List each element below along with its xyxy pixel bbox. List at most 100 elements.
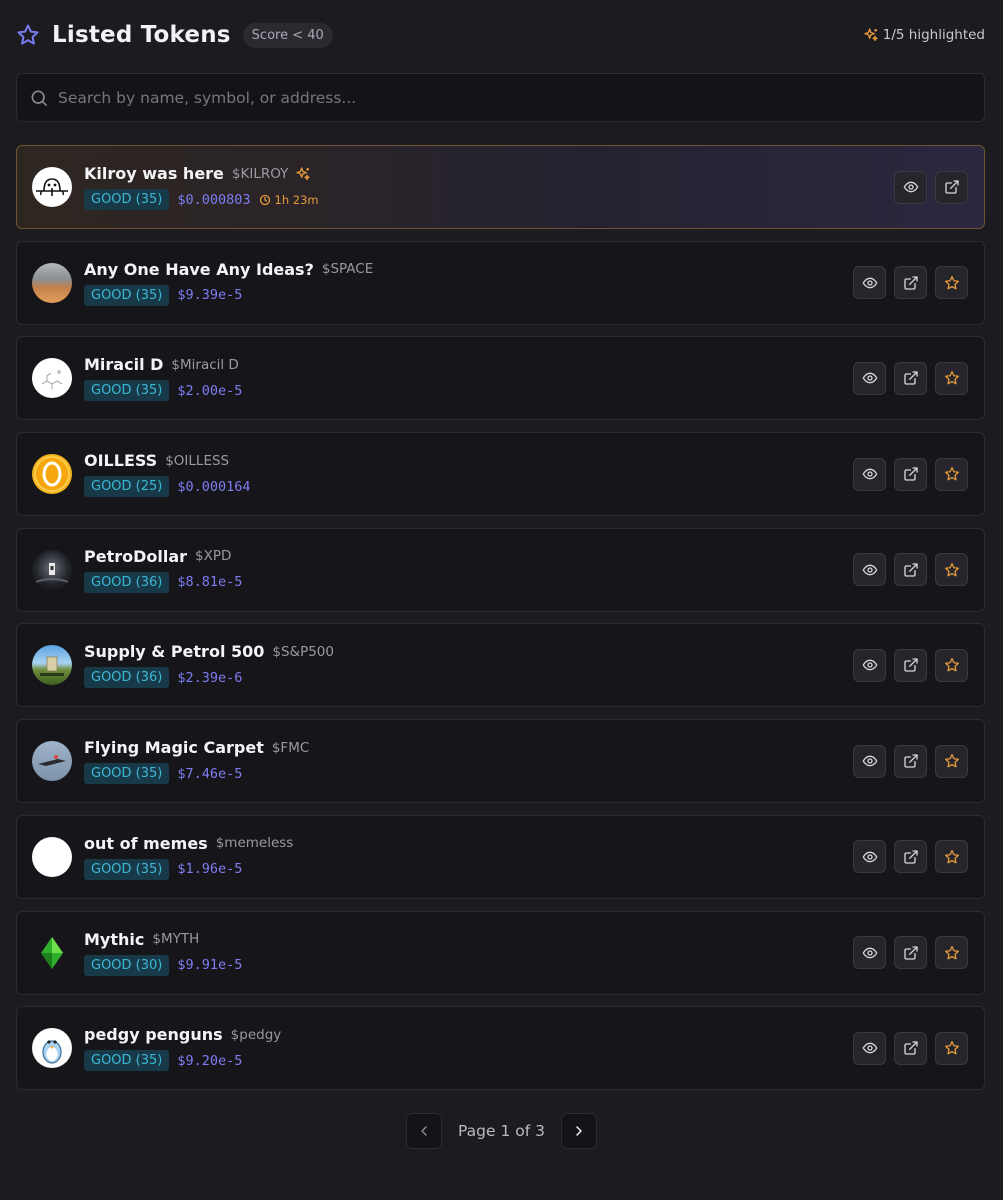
row-actions <box>853 744 968 778</box>
eye-icon <box>862 468 877 480</box>
view-button[interactable] <box>853 744 886 778</box>
external-link-button[interactable] <box>894 457 927 491</box>
token-row[interactable]: Miracil D $Miracil D GOOD (35) $2.00e-5 <box>16 336 985 421</box>
favorite-button[interactable] <box>935 266 968 300</box>
favorite-button[interactable] <box>935 744 968 778</box>
external-link-button[interactable] <box>894 744 927 778</box>
row-actions <box>853 936 968 969</box>
token-info: pedgy penguns $pedgy GOOD (35) $9.20e-5 <box>84 1025 853 1072</box>
view-button[interactable] <box>853 840 886 874</box>
prev-page-button[interactable] <box>406 1113 443 1149</box>
star-icon <box>944 849 959 864</box>
token-info: Flying Magic Carpet $FMC GOOD (35) $7.46… <box>84 738 853 785</box>
external-link-button[interactable] <box>935 170 968 204</box>
pedgy-avatar <box>32 1028 72 1069</box>
score-badge: GOOD (25) <box>84 476 170 498</box>
star-icon <box>944 1041 959 1055</box>
token-symbol: $SPACE <box>321 261 374 278</box>
external-link-button[interactable] <box>894 648 927 682</box>
space-avatar <box>32 262 72 303</box>
token-row[interactable]: OILLESS $OILLESS GOOD (25) $0.000164 <box>16 432 985 517</box>
token-symbol: $S&P500 <box>272 643 334 660</box>
row-actions <box>853 361 968 395</box>
token-name: Any One Have Any Ideas? <box>84 259 314 279</box>
view-button[interactable] <box>853 266 886 300</box>
view-button[interactable] <box>853 361 886 395</box>
token-row[interactable]: Supply & Petrol 500 $S&P500 GOOD (36) $2… <box>16 623 985 708</box>
token-row[interactable]: Flying Magic Carpet $FMC GOOD (35) $7.46… <box>16 719 985 804</box>
eye-icon <box>862 947 877 958</box>
token-row[interactable]: out of memes $memeless GOOD (35) $1.96e-… <box>16 814 985 899</box>
next-page-button[interactable] <box>560 1113 597 1149</box>
view-button[interactable] <box>853 457 886 491</box>
external-link-icon <box>903 658 918 673</box>
favorite-button[interactable] <box>935 840 968 874</box>
miracil-avatar <box>32 358 72 399</box>
external-link-icon <box>903 371 918 386</box>
kilroy-avatar <box>32 167 72 207</box>
star-icon <box>944 754 959 768</box>
token-symbol: $Miracil D <box>171 356 239 373</box>
score-badge: GOOD (30) <box>84 954 170 976</box>
token-info: PetroDollar $XPD GOOD (36) $8.81e-5 <box>84 547 853 593</box>
token-row[interactable]: pedgy penguns $pedgy GOOD (35) $9.20e-5 <box>16 1006 985 1091</box>
score-badge: GOOD (35) <box>84 380 170 402</box>
token-price: $7.46e-5 <box>177 765 243 782</box>
token-row[interactable]: PetroDollar $XPD GOOD (36) $8.81e-5 <box>16 527 985 612</box>
score-badge: GOOD (35) <box>84 763 170 785</box>
favorite-button[interactable] <box>935 1031 968 1065</box>
oilless-avatar <box>32 454 72 495</box>
eye-icon <box>862 851 877 863</box>
eye-icon <box>862 1042 877 1054</box>
token-row[interactable]: Mythic $MYTH GOOD (30) $9.91e-5 <box>16 910 985 995</box>
search-icon <box>29 88 49 108</box>
header: Listed Tokens Score < 40 1/5 highlighted <box>16 18 985 52</box>
token-row[interactable]: Kilroy was here $KILROY GOOD (35) $0.000… <box>16 145 985 229</box>
sparkle-icon <box>295 166 311 182</box>
score-badge: GOOD (35) <box>84 284 170 306</box>
eye-icon <box>862 660 877 671</box>
view-button[interactable] <box>853 936 886 969</box>
token-price: $9.91e-5 <box>177 957 243 973</box>
external-link-button[interactable] <box>894 266 927 300</box>
token-info: OILLESS $OILLESS GOOD (25) $0.000164 <box>84 451 853 498</box>
token-name: pedgy penguns <box>84 1025 223 1045</box>
row-actions <box>853 840 968 874</box>
view-button[interactable] <box>853 1031 886 1065</box>
fmc-avatar <box>32 741 72 782</box>
star-icon <box>944 371 959 385</box>
external-link-button[interactable] <box>894 936 927 969</box>
view-button[interactable] <box>853 553 886 587</box>
external-link-button[interactable] <box>894 361 927 395</box>
token-symbol: $FMC <box>271 739 310 756</box>
favorite-button[interactable] <box>935 648 968 682</box>
token-info: Supply & Petrol 500 $S&P500 GOOD (36) $2… <box>84 642 853 689</box>
star-icon <box>944 467 959 481</box>
eye-icon <box>903 181 918 193</box>
search-bar[interactable] <box>16 73 985 122</box>
favorite-button[interactable] <box>935 936 968 969</box>
favorite-button[interactable] <box>935 457 968 491</box>
external-link-button[interactable] <box>894 1031 927 1065</box>
external-link-button[interactable] <box>894 553 927 587</box>
external-link-icon <box>903 754 918 768</box>
row-actions <box>853 1031 968 1065</box>
token-symbol: $memeless <box>215 835 294 852</box>
row-actions <box>853 553 968 587</box>
external-link-icon <box>903 945 918 960</box>
view-button[interactable] <box>853 648 886 682</box>
token-name: Flying Magic Carpet <box>84 738 264 758</box>
token-row[interactable]: Any One Have Any Ideas? $SPACE GOOD (35)… <box>16 240 985 325</box>
favorite-button[interactable] <box>935 361 968 395</box>
score-badge: GOOD (35) <box>84 1050 170 1072</box>
star-icon <box>944 658 959 672</box>
search-input[interactable] <box>58 88 984 107</box>
star-outline-icon <box>16 23 40 47</box>
token-info: Kilroy was here $KILROY GOOD (35) $0.000… <box>84 164 894 210</box>
external-link-button[interactable] <box>894 840 927 874</box>
view-button[interactable] <box>894 170 927 204</box>
favorite-button[interactable] <box>935 553 968 587</box>
token-symbol: $pedgy <box>230 1026 282 1043</box>
external-link-icon <box>944 180 959 194</box>
token-symbol: $XPD <box>195 548 232 565</box>
